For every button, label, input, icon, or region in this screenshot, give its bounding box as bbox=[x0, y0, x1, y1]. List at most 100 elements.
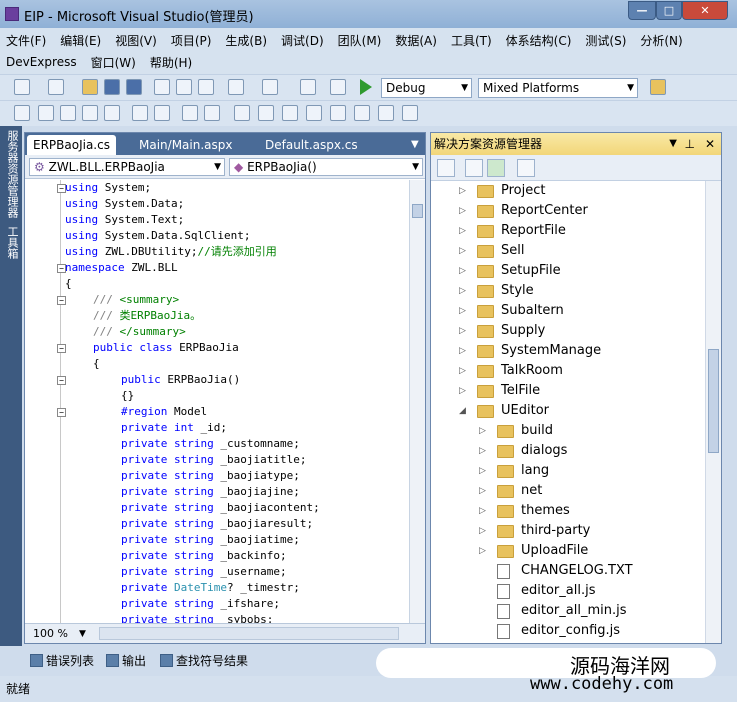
navigate-forward-icon[interactable] bbox=[330, 79, 346, 95]
code-line[interactable]: private string _baojiaresult; bbox=[121, 516, 313, 532]
pin-icon[interactable]: ⊥ bbox=[685, 133, 695, 155]
html-element-icon[interactable] bbox=[258, 105, 274, 121]
expand-arrow-icon[interactable]: ▷ bbox=[459, 341, 469, 361]
expand-arrow-icon[interactable]: ▷ bbox=[459, 361, 469, 381]
code-line[interactable]: private string _backinfo; bbox=[121, 548, 287, 564]
html-element-icon[interactable] bbox=[378, 105, 394, 121]
menu-item[interactable]: 测试(S) bbox=[585, 32, 626, 49]
menu-item[interactable]: 视图(V) bbox=[115, 32, 157, 49]
code-line[interactable]: private string _baojiatype; bbox=[121, 468, 300, 484]
menu-item[interactable]: 调试(D) bbox=[281, 32, 324, 49]
html-element-icon[interactable] bbox=[402, 105, 418, 121]
html-element-icon[interactable] bbox=[330, 105, 346, 121]
code-line[interactable]: /// </summary> bbox=[93, 324, 186, 340]
html-element-icon[interactable] bbox=[234, 105, 250, 121]
expand-arrow-icon[interactable]: ▷ bbox=[459, 321, 469, 341]
add-item-icon[interactable] bbox=[48, 79, 64, 95]
scroll-thumb[interactable] bbox=[412, 204, 423, 218]
html-element-icon[interactable] bbox=[306, 105, 322, 121]
code-line[interactable]: private int _id; bbox=[121, 420, 227, 436]
expand-arrow-icon[interactable]: ▷ bbox=[459, 301, 469, 321]
tab-erpbaojia-cs[interactable]: ERPBaoJia.cs bbox=[27, 135, 116, 155]
outdent-icon[interactable] bbox=[154, 105, 170, 121]
menu-item[interactable]: 团队(M) bbox=[338, 32, 382, 49]
code-line[interactable]: private string _ifshare; bbox=[121, 596, 280, 612]
code-line[interactable]: using ZWL.DBUtility;//请先添加引用 bbox=[65, 244, 277, 260]
code-line[interactable]: { bbox=[65, 276, 72, 292]
code-line[interactable]: { bbox=[93, 356, 100, 372]
minimize-button[interactable]: — bbox=[628, 1, 656, 20]
solution-configuration-select[interactable]: Debug ▼ bbox=[381, 78, 472, 98]
play-icon[interactable] bbox=[360, 79, 372, 95]
format-icon[interactable] bbox=[82, 105, 98, 121]
menu-item[interactable]: 数据(A) bbox=[395, 32, 437, 49]
code-line[interactable]: /// <summary> bbox=[93, 292, 179, 308]
expand-arrow-icon[interactable]: ▷ bbox=[479, 441, 489, 461]
code-line[interactable]: using System; bbox=[65, 180, 151, 196]
copy-icon[interactable] bbox=[176, 79, 192, 95]
code-line[interactable]: #region Model bbox=[121, 404, 207, 420]
close-button[interactable]: ✕ bbox=[682, 1, 728, 20]
cut-icon[interactable] bbox=[154, 79, 170, 95]
class-view-icon[interactable] bbox=[517, 159, 535, 177]
redo-icon[interactable] bbox=[262, 79, 278, 95]
code-area[interactable]: using System; − using System.Data; using Sy… bbox=[25, 180, 409, 624]
expand-arrow-icon[interactable]: ▷ bbox=[479, 461, 489, 481]
new-project-icon[interactable] bbox=[14, 79, 30, 95]
html-element-icon[interactable] bbox=[354, 105, 370, 121]
type-select[interactable]: ⚙ ZWL.BLL.ERPBaoJia ▼ bbox=[29, 158, 225, 176]
outline-collapse-icon[interactable]: − bbox=[57, 344, 66, 353]
code-line[interactable]: using System.Data.SqlClient; bbox=[65, 228, 250, 244]
indent-icon[interactable] bbox=[132, 105, 148, 121]
menu-item[interactable]: 帮助(H) bbox=[150, 54, 192, 71]
outline-collapse-icon[interactable]: − bbox=[57, 376, 66, 385]
align-lefts-icon[interactable] bbox=[14, 105, 30, 121]
panel-close-icon[interactable]: ✕ bbox=[705, 133, 715, 155]
menu-item[interactable]: 生成(B) bbox=[225, 32, 267, 49]
align-centers-icon[interactable] bbox=[38, 105, 54, 121]
tab-default-aspx-cs[interactable]: Default.aspx.cs bbox=[259, 135, 364, 155]
code-line[interactable]: private string _baojiatitle; bbox=[121, 452, 306, 468]
expand-arrow-icon[interactable]: ▷ bbox=[459, 221, 469, 241]
expand-arrow-icon[interactable]: ▷ bbox=[459, 241, 469, 261]
find-in-files-icon[interactable] bbox=[650, 79, 666, 95]
code-line[interactable]: using System.Text; bbox=[65, 212, 184, 228]
refresh-icon[interactable] bbox=[487, 159, 505, 177]
expand-arrow-icon[interactable]: ▷ bbox=[459, 181, 469, 201]
navigate-backward-icon[interactable] bbox=[300, 79, 316, 95]
open-folder-icon[interactable] bbox=[82, 79, 98, 95]
properties-icon[interactable] bbox=[437, 159, 455, 177]
menu-item[interactable]: 工具(T) bbox=[451, 32, 492, 49]
tab-error-list[interactable]: 错误列表 bbox=[28, 652, 94, 670]
editor-vertical-scrollbar[interactable] bbox=[409, 180, 425, 624]
menu-item[interactable]: DevExpress bbox=[6, 55, 77, 69]
maximize-button[interactable]: □ bbox=[656, 1, 682, 20]
code-line[interactable]: private DateTime? _timestr; bbox=[121, 580, 300, 596]
expand-arrow-icon[interactable]: ▷ bbox=[459, 261, 469, 281]
code-line[interactable]: using System.Data; bbox=[65, 196, 184, 212]
tab-dropdown-icon[interactable]: ▼ bbox=[405, 135, 425, 155]
code-line[interactable]: private string _customname; bbox=[121, 436, 300, 452]
tab-output[interactable]: 输出 bbox=[104, 652, 146, 670]
expand-arrow-icon[interactable]: ▷ bbox=[459, 281, 469, 301]
block-icon[interactable] bbox=[104, 105, 120, 121]
menu-item[interactable]: 文件(F) bbox=[6, 32, 46, 49]
uncomment-icon[interactable] bbox=[204, 105, 220, 121]
code-line[interactable]: private string _baojiajine; bbox=[121, 484, 300, 500]
scroll-thumb[interactable] bbox=[708, 349, 719, 453]
align-rights-icon[interactable] bbox=[60, 105, 76, 121]
expand-arrow-icon[interactable]: ▷ bbox=[479, 421, 489, 441]
expand-arrow-icon[interactable]: ▷ bbox=[459, 201, 469, 221]
solution-platform-select[interactable]: Mixed Platforms ▼ bbox=[478, 78, 638, 98]
code-line[interactable]: {} bbox=[121, 388, 134, 404]
solution-vertical-scrollbar[interactable] bbox=[705, 181, 721, 643]
member-select[interactable]: ◆ ERPBaoJia() ▼ bbox=[229, 158, 423, 176]
outline-collapse-icon[interactable]: − bbox=[57, 184, 66, 193]
menu-item[interactable]: 项目(P) bbox=[171, 32, 212, 49]
code-line[interactable]: public class ERPBaoJia bbox=[93, 340, 239, 356]
expand-arrow-icon[interactable]: ▷ bbox=[479, 481, 489, 501]
zoom-level[interactable]: 100 % bbox=[33, 624, 68, 644]
undo-icon[interactable] bbox=[228, 79, 244, 95]
expand-arrow-icon[interactable]: ▷ bbox=[459, 381, 469, 401]
html-element-icon[interactable] bbox=[282, 105, 298, 121]
